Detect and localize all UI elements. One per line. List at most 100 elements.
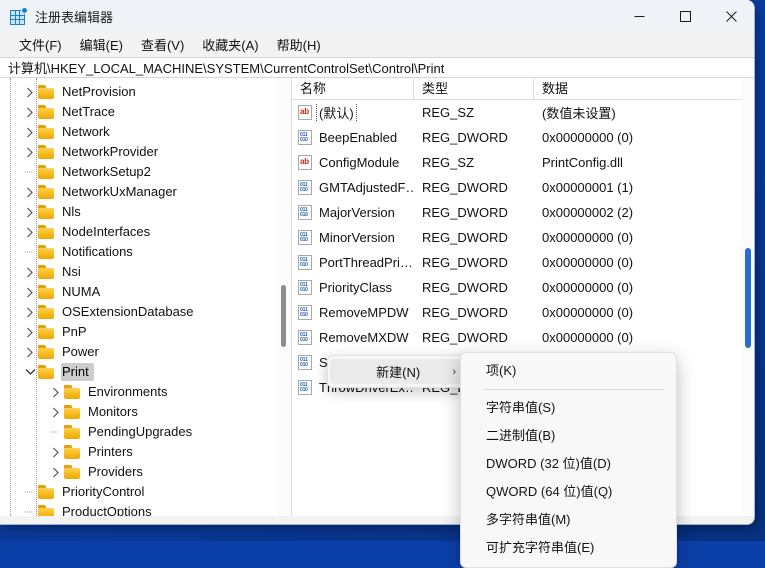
submenu-item[interactable]: 项(K)	[464, 357, 673, 385]
registry-tree-pane[interactable]: NetProvisionNetTraceNetworkNetworkProvid…	[0, 78, 292, 525]
value-type: REG_DWORD	[414, 205, 534, 220]
tree-item-power[interactable]: Power	[0, 342, 291, 362]
column-header-data[interactable]: 数据	[534, 78, 754, 99]
tree-item-environments[interactable]: Environments	[0, 382, 291, 402]
menu-view[interactable]: 查看(V)	[132, 33, 193, 57]
tree-item-networksetup2[interactable]: NetworkSetup2	[0, 162, 291, 182]
value-data: 0x00000000 (0)	[534, 305, 754, 320]
value-row[interactable]: abConfigModuleREG_SZPrintConfig.dll	[292, 150, 754, 175]
dword-value-icon: 011010	[298, 255, 312, 270]
tree-item-notifications[interactable]: Notifications	[0, 242, 291, 262]
tree-vertical-scrollbar-thumb[interactable]	[281, 285, 286, 347]
folder-icon	[64, 465, 81, 479]
dword-value-icon: 011010	[298, 130, 312, 145]
tree-item-providers[interactable]: Providers	[0, 462, 291, 482]
chevron-right-icon: ›	[452, 366, 456, 378]
chevron-right-icon[interactable]	[48, 382, 64, 402]
menu-edit[interactable]: 编辑(E)	[71, 33, 132, 57]
window-controls	[616, 0, 754, 33]
tree-item-osextensiondatabase[interactable]: OSExtensionDatabase	[0, 302, 291, 322]
value-row[interactable]: 011010GMTAdjustedF…REG_DWORD0x00000001 (…	[292, 175, 754, 200]
value-name-cell: ab(默认)	[292, 103, 414, 122]
tree-item-nodeinterfaces[interactable]: NodeInterfaces	[0, 222, 291, 242]
context-menu-item-new[interactable]: 新建(N) ›	[330, 359, 466, 384]
tree-item-label: Environments	[87, 383, 172, 401]
tree-vertical-scrollbar[interactable]	[277, 78, 290, 525]
value-name-cell: 011010PriorityClass	[292, 280, 414, 295]
tree-item-nettrace[interactable]: NetTrace	[0, 102, 291, 122]
folder-icon	[38, 245, 55, 259]
chevron-right-icon[interactable]	[48, 462, 64, 482]
value-row[interactable]: 011010RemoveMXDWREG_DWORD0x00000000 (0)	[292, 325, 754, 350]
dword-value-icon: 011010	[298, 280, 312, 295]
tree-guide-line	[36, 78, 37, 522]
value-type: REG_SZ	[414, 105, 534, 120]
value-type: REG_DWORD	[414, 230, 534, 245]
tree-item-networkprovider[interactable]: NetworkProvider	[0, 142, 291, 162]
menu-file[interactable]: 文件(F)	[10, 33, 71, 57]
address-bar[interactable]: 计算机\HKEY_LOCAL_MACHINE\SYSTEM\CurrentCon…	[0, 57, 754, 78]
tree-item-networkuxmanager[interactable]: NetworkUxManager	[0, 182, 291, 202]
submenu-item[interactable]: 字符串值(S)	[464, 394, 673, 422]
value-type: REG_DWORD	[414, 180, 534, 195]
tree-item-numa[interactable]: NUMA	[0, 282, 291, 302]
window-title: 注册表编辑器	[35, 7, 113, 26]
folder-icon	[38, 305, 55, 319]
submenu-item[interactable]: 多字符串值(M)	[464, 506, 673, 534]
minimize-button[interactable]	[616, 0, 662, 33]
tree-item-pendingupgrades[interactable]: PendingUpgrades	[0, 422, 291, 442]
menu-help[interactable]: 帮助(H)	[268, 33, 330, 57]
context-menu-item-new-label: 新建(N)	[330, 362, 452, 381]
value-name: RemoveMXDW	[317, 330, 411, 345]
menu-favorites[interactable]: 收藏夹(A)	[193, 33, 267, 57]
chevron-right-icon[interactable]	[48, 402, 64, 422]
tree-item-label: Nsi	[61, 263, 86, 281]
value-name: GMTAdjustedF…	[317, 180, 414, 195]
submenu-item[interactable]: 二进制值(B)	[464, 422, 673, 450]
column-header-type[interactable]: 类型	[414, 78, 534, 99]
tree-item-nls[interactable]: Nls	[0, 202, 291, 222]
value-row[interactable]: ab(默认)REG_SZ(数值未设置)	[292, 100, 754, 125]
value-row[interactable]: 011010MinorVersionREG_DWORD0x00000000 (0…	[292, 225, 754, 250]
values-vertical-scrollbar-thumb[interactable]	[745, 248, 751, 348]
value-row[interactable]: 011010RemoveMPDWREG_DWORD0x00000000 (0)	[292, 300, 754, 325]
value-row[interactable]: 011010PriorityClassREG_DWORD0x00000000 (…	[292, 275, 754, 300]
value-name: MajorVersion	[317, 205, 397, 220]
value-data: 0x00000000 (0)	[534, 280, 754, 295]
value-row[interactable]: 011010PortThreadPri…REG_DWORD0x00000000 …	[292, 250, 754, 275]
tree-item-label: Print	[61, 363, 94, 381]
value-row[interactable]: 011010BeepEnabledREG_DWORD0x00000000 (0)	[292, 125, 754, 150]
folder-icon	[38, 365, 55, 379]
tree-item-label: OSExtensionDatabase	[61, 303, 199, 321]
value-data: PrintConfig.dll	[534, 155, 754, 170]
value-data: 0x00000000 (0)	[534, 330, 754, 345]
submenu-item[interactable]: DWORD (32 位)值(D)	[464, 450, 673, 478]
tree-item-pnp[interactable]: PnP	[0, 322, 291, 342]
tree-item-nsi[interactable]: Nsi	[0, 262, 291, 282]
close-button[interactable]	[708, 0, 754, 33]
submenu-item[interactable]: 可扩充字符串值(E)	[464, 534, 673, 562]
value-name-cell: 011010MajorVersion	[292, 205, 414, 220]
tree-item-prioritycontrol[interactable]: PriorityControl	[0, 482, 291, 502]
tree-item-network[interactable]: Network	[0, 122, 291, 142]
chevron-right-icon[interactable]	[48, 442, 64, 462]
value-name: BeepEnabled	[317, 130, 399, 145]
value-row[interactable]: 011010MajorVersionREG_DWORD0x00000002 (2…	[292, 200, 754, 225]
value-name-cell: 011010PortThreadPri…	[292, 255, 414, 270]
maximize-button[interactable]	[662, 0, 708, 33]
new-submenu: 项(K) 字符串值(S)二进制值(B)DWORD (32 位)值(D)QWORD …	[460, 352, 677, 568]
submenu-item[interactable]: QWORD (64 位)值(Q)	[464, 478, 673, 506]
folder-icon	[64, 385, 81, 399]
address-path: 计算机\HKEY_LOCAL_MACHINE\SYSTEM\CurrentCon…	[8, 58, 444, 77]
column-header-name[interactable]: 名称	[292, 78, 414, 99]
tree-item-netprovision[interactable]: NetProvision	[0, 82, 291, 102]
value-type: REG_DWORD	[414, 255, 534, 270]
folder-icon	[38, 265, 55, 279]
tree-item-printers[interactable]: Printers	[0, 442, 291, 462]
values-vertical-scrollbar[interactable]	[742, 78, 754, 525]
string-value-icon: ab	[298, 155, 312, 170]
tree-item-monitors[interactable]: Monitors	[0, 402, 291, 422]
value-type: REG_DWORD	[414, 130, 534, 145]
tree-item-print[interactable]: Print	[0, 362, 291, 382]
dword-value-icon: 011010	[298, 230, 312, 245]
